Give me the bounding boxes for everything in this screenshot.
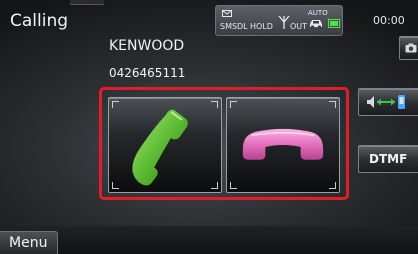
download-status-label: DL — [237, 22, 248, 31]
caller-name: KENWOOD — [109, 38, 185, 54]
phone-hangup-icon — [242, 128, 324, 160]
top-bar: Calling SMS DL HOLD OUT AUTO 00:00 — [0, 0, 418, 38]
dtmf-button[interactable]: DTMF — [358, 145, 418, 173]
out-status-label: OUT — [290, 22, 308, 31]
calling-screen: Calling SMS DL HOLD OUT AUTO 00:00 KENWO… — [0, 0, 418, 254]
voice-transfer-icon — [367, 95, 405, 109]
car-icon — [310, 20, 322, 29]
camera-icon — [405, 43, 417, 53]
signal-icon — [278, 15, 290, 29]
bottom-bar: Menu — [0, 226, 418, 254]
call-action-panel — [99, 87, 349, 200]
clock: 00:00 — [373, 14, 405, 27]
top-tab[interactable] — [70, 0, 104, 5]
hold-status-label: HOLD — [250, 22, 273, 31]
end-call-button[interactable] — [226, 97, 340, 193]
battery-icon — [328, 19, 340, 28]
voice-transfer-button[interactable] — [358, 88, 418, 116]
caller-number: 0426465111 — [109, 66, 186, 80]
answer-call-button[interactable] — [108, 97, 222, 193]
status-indicator-panel: SMS DL HOLD OUT AUTO — [215, 5, 343, 36]
phone-answer-icon — [132, 109, 188, 186]
screen-title: Calling — [10, 11, 69, 31]
sms-status-label: SMS — [220, 22, 238, 31]
menu-button[interactable]: Menu — [0, 231, 58, 254]
camera-button[interactable] — [399, 36, 418, 60]
envelope-icon — [222, 10, 232, 17]
